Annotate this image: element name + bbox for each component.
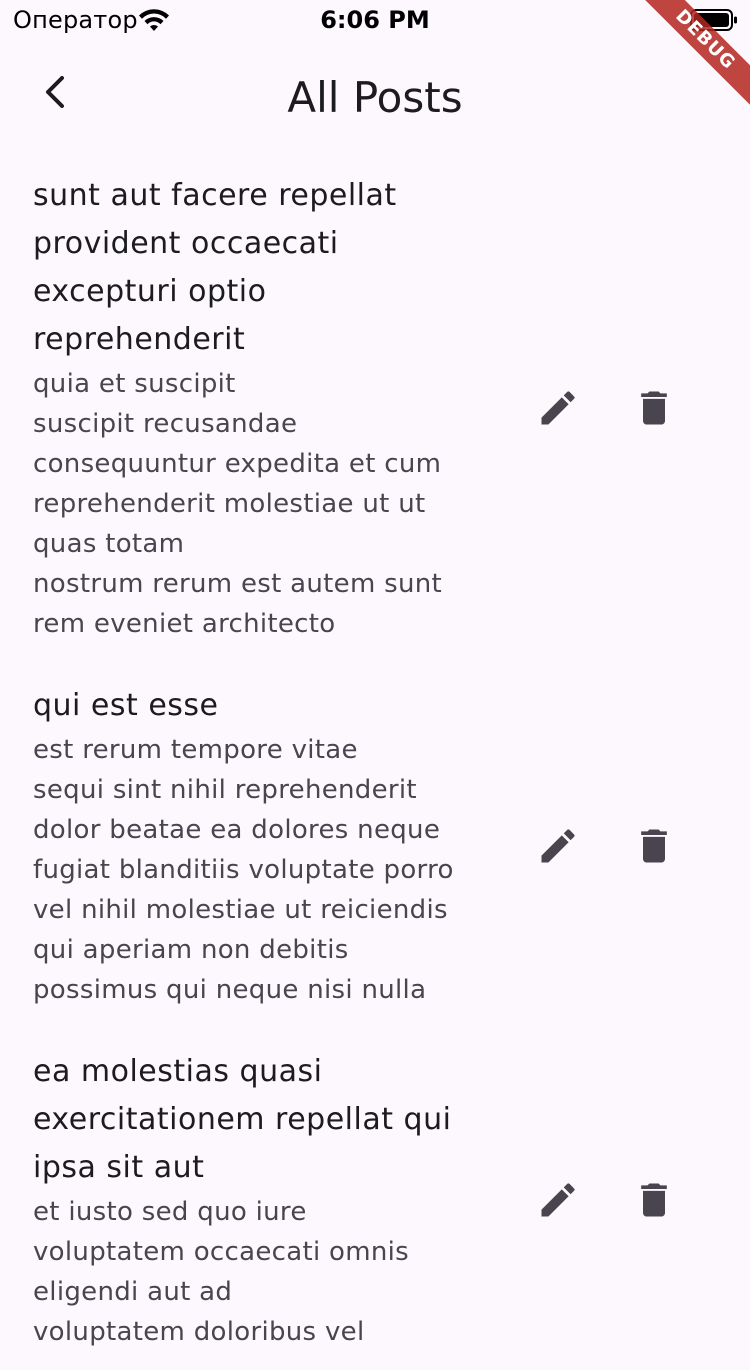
delete-post-button[interactable] — [618, 1164, 690, 1236]
pencil-icon — [541, 829, 575, 863]
post-item[interactable]: qui est esse est rerum tempore vitae seq… — [0, 662, 750, 1028]
post-title: qui est esse — [33, 688, 219, 723]
pencil-icon — [541, 1183, 575, 1217]
post-title: sunt aut facere repellat provident occae… — [33, 178, 397, 357]
edit-post-button[interactable] — [522, 810, 594, 882]
post-body: quia et suscipit suscipit recusandae con… — [33, 369, 443, 639]
post-body: et iusto sed quo iure voluptatem occaeca… — [33, 1197, 410, 1347]
page-title: All Posts — [287, 73, 463, 122]
post-title: ea molestias quasi exercitationem repell… — [33, 1054, 452, 1185]
post-item[interactable]: ea molestias quasi exercitationem repell… — [0, 1028, 750, 1370]
battery-icon — [690, 9, 737, 31]
post-content: sunt aut facere repellat provident occae… — [33, 172, 473, 644]
edit-post-button[interactable] — [522, 372, 594, 444]
delete-post-button[interactable] — [618, 810, 690, 882]
post-content: ea molestias quasi exercitationem repell… — [33, 1048, 473, 1352]
delete-post-button[interactable] — [618, 372, 690, 444]
status-bar: Оператор 6:06 PM — [0, 0, 750, 40]
post-actions — [522, 1164, 702, 1236]
trash-icon — [641, 391, 667, 425]
post-actions — [522, 372, 702, 444]
pencil-icon — [541, 391, 575, 425]
post-item[interactable]: sunt aut facere repellat provident occae… — [0, 152, 750, 662]
trash-icon — [641, 829, 667, 863]
status-time: 6:06 PM — [320, 6, 430, 34]
edit-post-button[interactable] — [522, 1164, 594, 1236]
post-body: est rerum tempore vitae sequi sint nihil… — [33, 735, 454, 1005]
post-actions — [522, 810, 702, 882]
post-list: sunt aut facere repellat provident occae… — [0, 152, 750, 1370]
app-bar: All Posts — [0, 40, 750, 152]
post-content: qui est esse est rerum tempore vitae seq… — [33, 682, 473, 1010]
trash-icon — [641, 1183, 667, 1217]
